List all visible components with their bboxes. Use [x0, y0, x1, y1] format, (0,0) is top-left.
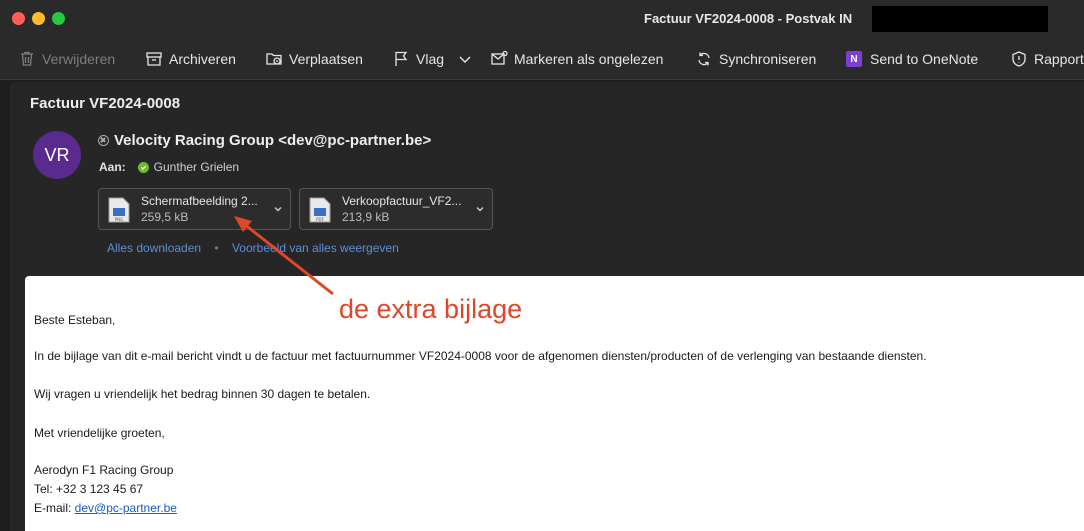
shield-icon [1012, 51, 1026, 67]
avatar[interactable]: VR [33, 131, 81, 179]
image-file-icon: PNG [108, 197, 130, 223]
onenote-icon: N [846, 51, 862, 67]
send-to-onenote-label: Send to OneNote [870, 51, 979, 67]
email-label: E-mail: [34, 501, 75, 515]
delete-button[interactable]: Verwijderen [18, 38, 115, 80]
recipient-name[interactable]: Gunther Grielen [154, 160, 239, 174]
signature-company: Aerodyn F1 Racing Group [34, 463, 174, 477]
signature-phone: Tel: +32 3 123 45 67 [34, 482, 144, 496]
annotation-label: de extra bijlage [339, 294, 523, 324]
attachment-size: 213,9 kB [342, 210, 390, 224]
attachment-2[interactable]: PDF Verkoopfactuur_VF2... 213,9 kB [299, 188, 493, 230]
download-all-link[interactable]: Alles downloaden [107, 241, 201, 255]
attachment-name: Schermafbeelding 2... [141, 194, 258, 208]
sender-label: Velocity Racing Group <dev@pc-partner.be… [114, 132, 432, 149]
chevron-down-icon[interactable] [474, 203, 486, 215]
signature-email: E-mail: dev@pc-partner.be [34, 501, 177, 515]
move-label: Verplaatsen [289, 51, 363, 67]
minimize-window-button[interactable] [32, 12, 45, 25]
body-closing: Met vriendelijke groeten, [34, 426, 165, 440]
body-greeting: Beste Esteban, [34, 313, 116, 327]
move-button[interactable]: Verplaatsen [265, 38, 363, 80]
svg-text:PDF: PDF [316, 217, 324, 222]
flag-icon [395, 51, 408, 66]
flag-label: Vlag [416, 51, 445, 67]
body-paragraph: In de bijlage van dit e-mail bericht vin… [34, 349, 927, 363]
mark-unread-label: Markeren als ongelezen [514, 51, 664, 67]
folder-move-icon [266, 53, 282, 65]
preview-all-link[interactable]: Voorbeeld van alles weergeven [232, 241, 399, 255]
svg-text:PNG: PNG [115, 217, 124, 222]
archive-icon [146, 52, 162, 66]
message-subject: Factuur VF2024-0008 [30, 95, 181, 112]
sync-label: Synchroniseren [719, 51, 817, 67]
redaction-box [872, 6, 1048, 32]
chevron-down-icon[interactable] [456, 50, 474, 68]
archive-button[interactable]: Archiveren [145, 38, 236, 80]
envelope-unread-icon [491, 50, 508, 65]
to-label: Aan: [99, 160, 126, 174]
zoom-window-button[interactable] [52, 12, 65, 25]
report-button[interactable]: Rapport [1010, 38, 1084, 80]
attachment-links: Alles downloaden • Voorbeeld van alles w… [107, 241, 399, 255]
send-to-onenote-button[interactable]: N Send to OneNote [846, 38, 978, 80]
window-title: Factuur VF2024-0008 - Postvak IN [644, 11, 853, 26]
link-separator: • [214, 241, 219, 255]
delete-label: Verwijderen [42, 51, 116, 67]
mark-unread-button[interactable]: Markeren als ongelezen [490, 38, 663, 80]
attachment-size: 259,5 kB [141, 210, 189, 224]
archive-label: Archiveren [169, 51, 236, 67]
sender[interactable]: Velocity Racing Group <dev@pc-partner.be… [98, 132, 431, 149]
message-body: Beste Esteban, In de bijlage van dit e-m… [25, 276, 1084, 531]
recipients-row: Aan: Gunther Grielen [99, 160, 239, 174]
attachment-1[interactable]: PNG Schermafbeelding 2... 259,5 kB [98, 188, 291, 230]
body-paragraph: Wij vragen u vriendelijk het bedrag binn… [34, 387, 371, 401]
attachment-name: Verkoopfactuur_VF2... [342, 194, 462, 208]
email-link[interactable]: dev@pc-partner.be [75, 501, 177, 515]
pdf-file-icon: PDF [309, 197, 331, 223]
presence-available-icon [137, 161, 149, 173]
trash-icon [21, 51, 33, 66]
flag-button[interactable]: Vlag [392, 38, 444, 80]
sync-icon [698, 52, 710, 66]
toolbar: Verwijderen Archiveren Verplaatsen Vlag … [0, 38, 1084, 80]
report-label: Rapport [1034, 51, 1084, 67]
sync-button[interactable]: Synchroniseren [695, 38, 816, 80]
chevron-down-icon[interactable] [272, 203, 284, 215]
close-window-button[interactable] [12, 12, 25, 25]
title-bar: Factuur VF2024-0008 - Postvak IN [0, 0, 1084, 38]
external-sender-icon [98, 135, 109, 146]
